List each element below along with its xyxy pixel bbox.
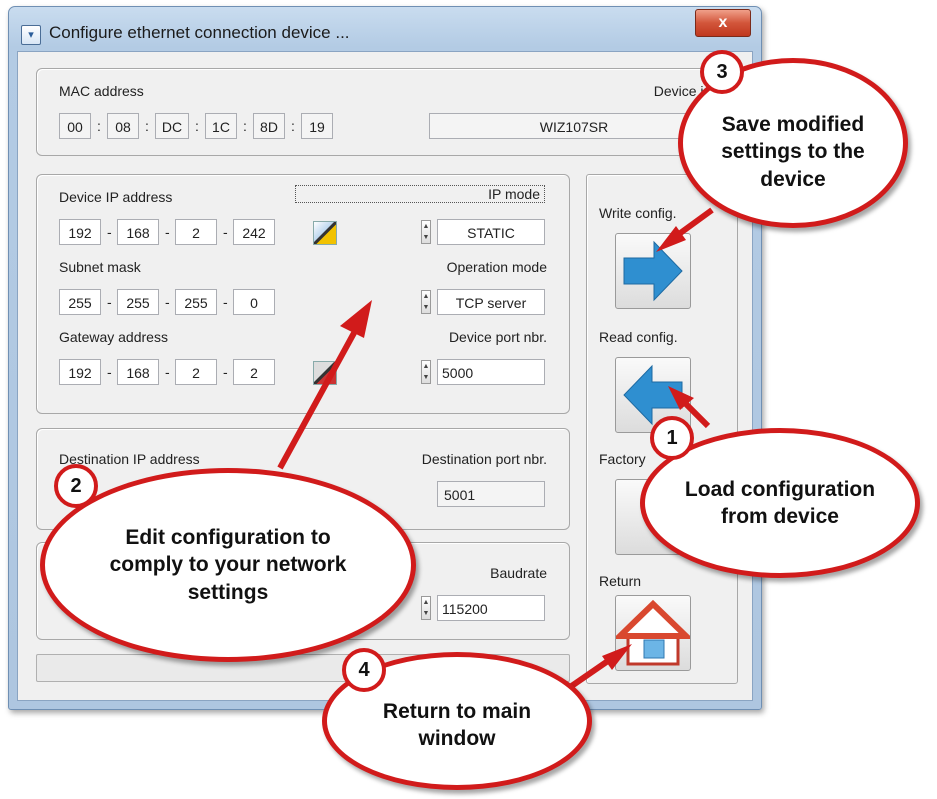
callout-save-badge: 3 — [700, 50, 744, 94]
callout-save-text: Save modified settings to the device — [721, 113, 865, 191]
callout-return-text: Return to main window — [382, 699, 532, 750]
callout-return-badge: 4 — [342, 648, 386, 692]
callout-edit-text: Edit configuration to comply to your net… — [109, 526, 347, 604]
callout-load-text: Load configuration from device — [684, 477, 876, 528]
callout-load-badge: 1 — [650, 416, 694, 460]
callout-edit: Edit configuration to comply to your net… — [40, 468, 416, 662]
callout-edit-badge: 2 — [54, 464, 98, 508]
